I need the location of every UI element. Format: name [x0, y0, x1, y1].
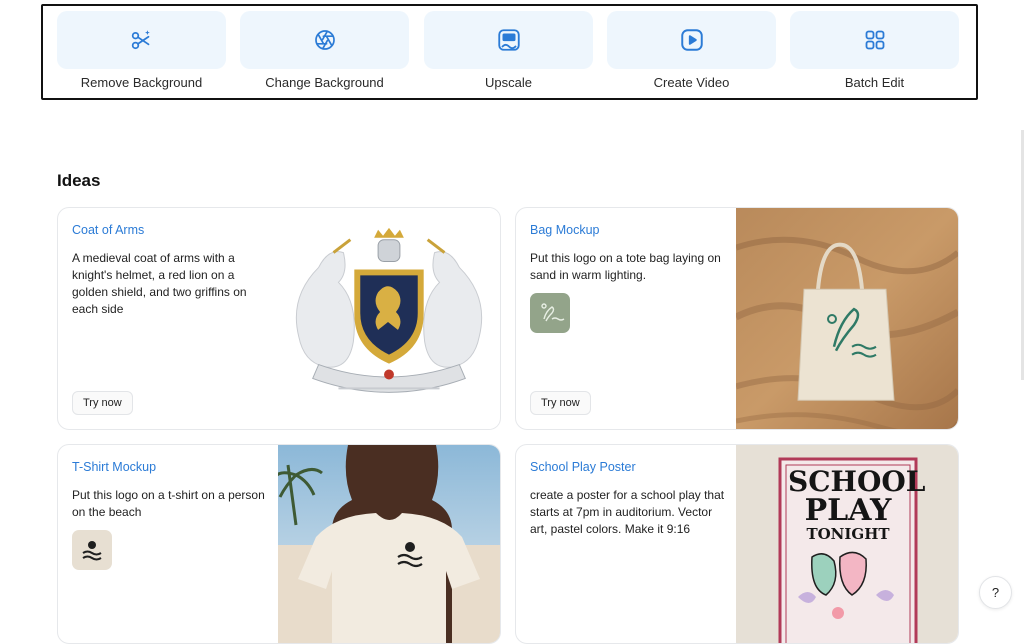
scissors-sparkle-icon — [131, 30, 150, 50]
hd-icon — [497, 29, 520, 51]
logo-thumbnail — [530, 293, 570, 333]
card-title[interactable]: School Play Poster — [530, 460, 636, 474]
card-title[interactable]: T-Shirt Mockup — [72, 460, 156, 474]
tshirt-beach-image — [278, 445, 500, 643]
idea-card-school-play-poster[interactable]: School Play Poster create a poster for a… — [515, 444, 959, 644]
tool-create-video[interactable]: Create Video — [607, 11, 776, 90]
card-description: A medieval coat of arms with a knight's … — [72, 251, 247, 316]
idea-card-bag-mockup[interactable]: Bag Mockup Put this logo on a tote bag l… — [515, 207, 959, 430]
card-description: Put this logo on a t-shirt on a person o… — [72, 488, 265, 519]
card-title[interactable]: Coat of Arms — [72, 223, 144, 237]
logo-thumbnail — [72, 530, 112, 570]
tool-label: Remove Background — [80, 75, 203, 90]
try-now-button[interactable]: Try now — [72, 391, 133, 415]
tool-tile[interactable] — [57, 11, 226, 69]
coat-of-arms-image — [278, 208, 500, 429]
tool-tile[interactable] — [607, 11, 776, 69]
tool-tile[interactable] — [424, 11, 593, 69]
card-title[interactable]: Bag Mockup — [530, 223, 599, 237]
tool-label: Change Background — [265, 75, 384, 90]
tote-bag-image — [736, 208, 958, 429]
tool-label: Upscale — [485, 75, 532, 90]
grid-icon — [865, 30, 884, 50]
ideas-heading: Ideas — [57, 171, 101, 190]
tool-change-background[interactable]: Change Background — [240, 11, 409, 90]
card-description: Put this logo on a tote bag laying on sa… — [530, 251, 721, 282]
tool-remove-background[interactable]: Remove Background — [57, 11, 226, 90]
tool-upscale[interactable]: Upscale — [424, 11, 593, 90]
school-play-poster-image: SCHOOL PLAY TONIGHT — [736, 445, 958, 643]
poster-title-line3: TONIGHT — [806, 525, 890, 543]
play-icon — [680, 29, 703, 51]
tool-label: Batch Edit — [844, 75, 905, 90]
poster-title-line2: PLAY — [804, 493, 892, 528]
aperture-icon — [314, 30, 335, 50]
tool-label: Create Video — [653, 75, 730, 90]
idea-card-coat-of-arms[interactable]: Coat of Arms A medieval coat of arms wit… — [57, 207, 501, 430]
tools-toolbar: Remove Background Change Background Upsc… — [41, 4, 978, 100]
tool-tile[interactable] — [790, 11, 959, 69]
tool-batch-edit[interactable]: Batch Edit — [790, 11, 959, 90]
try-now-button[interactable]: Try now — [530, 391, 591, 415]
help-button[interactable]: ? — [979, 576, 1012, 609]
card-description: create a poster for a school play that s… — [530, 488, 725, 536]
tool-tile[interactable] — [240, 11, 409, 69]
idea-card-tshirt-mockup[interactable]: T-Shirt Mockup Put this logo on a t-shir… — [57, 444, 501, 644]
